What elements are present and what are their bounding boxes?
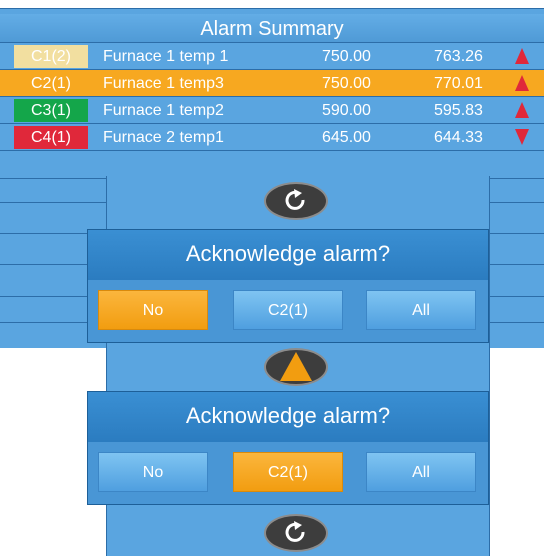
no-button[interactable]: No (98, 290, 208, 330)
page-title: Alarm Summary (0, 14, 544, 43)
alarm-setpoint: 645.00 (322, 129, 371, 146)
navigate-up-button[interactable] (264, 348, 328, 386)
alarm-name: Furnace 1 temp3 (103, 75, 224, 92)
dialog-body: No C2(1) All (88, 280, 488, 342)
refresh-button[interactable] (264, 514, 328, 552)
ack-c2-button[interactable]: C2(1) (233, 452, 343, 492)
arrow-up-icon (515, 75, 529, 91)
dialog-body: No C2(1) All (88, 442, 488, 504)
alarm-tag: C1(2) (14, 45, 88, 68)
alarm-setpoint: 750.00 (322, 48, 371, 65)
triangle-up-icon (280, 352, 312, 381)
refresh-icon (285, 521, 305, 542)
alarm-name: Furnace 1 temp 1 (103, 48, 229, 65)
alarm-tag: C2(1) (14, 72, 88, 95)
alarm-tag: C3(1) (14, 99, 88, 122)
ack-c2-button[interactable]: C2(1) (233, 290, 343, 330)
arrow-up-icon (515, 102, 529, 118)
arrow-down-icon (515, 129, 529, 145)
refresh-icon (285, 189, 305, 210)
refresh-button[interactable] (264, 182, 328, 220)
acknowledge-dialog: Acknowledge alarm? No C2(1) All (88, 230, 488, 342)
alarm-row[interactable]: C1(2) Furnace 1 temp 1 750.00 763.26 (0, 43, 544, 70)
alarm-value: 644.33 (434, 129, 483, 146)
alarm-tag: C4(1) (14, 126, 88, 149)
alarm-value: 770.01 (434, 75, 483, 92)
no-button[interactable]: No (98, 452, 208, 492)
alarm-row-selected[interactable]: C2(1) Furnace 1 temp3 750.00 770.01 (0, 70, 544, 97)
ack-all-button[interactable]: All (366, 452, 476, 492)
alarm-value: 763.26 (434, 48, 483, 65)
dialog-title: Acknowledge alarm? (88, 392, 488, 442)
alarm-row[interactable]: C4(1) Furnace 2 temp1 645.00 644.33 (0, 124, 544, 151)
acknowledge-dialog: Acknowledge alarm? No C2(1) All (88, 392, 488, 504)
dialog-title: Acknowledge alarm? (88, 230, 488, 280)
alarm-name: Furnace 1 temp2 (103, 102, 224, 119)
alarm-value: 595.83 (434, 102, 483, 119)
alarm-row[interactable]: C3(1) Furnace 1 temp2 590.00 595.83 (0, 97, 544, 124)
alarm-setpoint: 750.00 (322, 75, 371, 92)
arrow-up-icon (515, 48, 529, 64)
ack-all-button[interactable]: All (366, 290, 476, 330)
alarm-name: Furnace 2 temp1 (103, 129, 224, 146)
alarm-setpoint: 590.00 (322, 102, 371, 119)
